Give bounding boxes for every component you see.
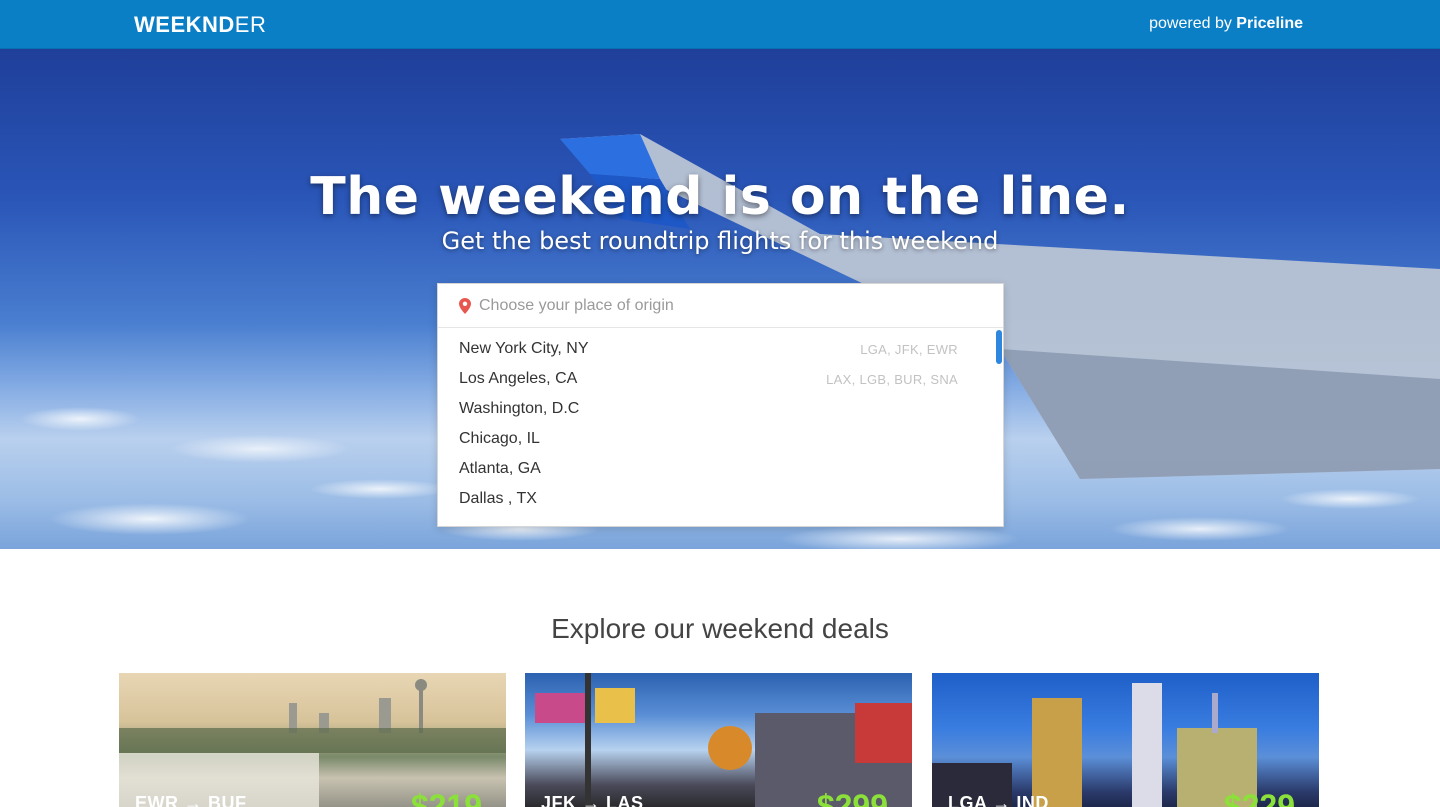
option-new-york[interactable]: New York City, NY LGA, JFK, EWR (438, 335, 1003, 365)
option-city: Atlanta, GA (459, 460, 541, 477)
origin-search-row[interactable] (438, 284, 1003, 328)
deal-price: $299 (816, 788, 888, 807)
deal-card-jfk-las[interactable]: JFK → LAS $299 (525, 673, 912, 807)
deal-route: JFK → LAS (541, 793, 644, 807)
option-city: Chicago, IL (459, 430, 540, 447)
map-pin-icon (459, 298, 471, 314)
option-city: Dallas , TX (459, 490, 537, 507)
hero-title: The weekend is on the line. (310, 167, 1130, 227)
deal-card-ewr-buf[interactable]: EWR → BUF $219 (119, 673, 506, 807)
option-airport-codes: LAX, LGB, BUR, SNA (826, 372, 958, 387)
origin-search-dropdown: New York City, NY LGA, JFK, EWR Los Ange… (437, 283, 1004, 527)
dropdown-scrollbar[interactable] (996, 330, 1002, 364)
option-atlanta[interactable]: Atlanta, GA (438, 455, 1003, 485)
logo-bold-text: WEEKND (134, 12, 235, 37)
option-city: New York City, NY (459, 340, 589, 357)
origin-search-input[interactable] (479, 292, 979, 320)
las-vegas-image (535, 673, 912, 807)
weeknder-logo[interactable]: WEEKNDER (134, 12, 266, 38)
priceline-brand: Priceline (1236, 15, 1303, 32)
deals-section-title: Explore our weekend deals (551, 613, 889, 644)
option-washington[interactable]: Washington, D.C (438, 395, 1003, 425)
deal-card-lga-ind[interactable]: LGA → IND $229 (932, 673, 1319, 807)
origin-options-list: New York City, NY LGA, JFK, EWR Los Ange… (438, 335, 1003, 515)
option-chicago[interactable]: Chicago, IL (438, 425, 1003, 455)
powered-by-priceline[interactable]: powered by Priceline (1149, 15, 1303, 33)
hero-subtitle: Get the best roundtrip flights for this … (441, 227, 999, 255)
deal-price: $219 (410, 788, 482, 807)
deal-route: LGA → IND (948, 793, 1049, 807)
option-city: Washington, D.C (459, 400, 580, 417)
deal-price: $229 (1223, 788, 1295, 807)
logo-light-text: ER (234, 12, 267, 37)
option-dallas[interactable]: Dallas , TX (438, 485, 1003, 515)
option-airport-codes: LGA, JFK, EWR (860, 342, 958, 357)
deal-route: EWR → BUF (135, 793, 247, 807)
option-los-angeles[interactable]: Los Angeles, CA LAX, LGB, BUR, SNA (438, 365, 1003, 395)
top-navigation-bar: WEEKNDER powered by Priceline (0, 0, 1440, 49)
indianapolis-skyline-image (932, 683, 1257, 807)
niagara-falls-image (119, 679, 506, 807)
option-city: Los Angeles, CA (459, 370, 578, 387)
powered-by-prefix: powered by (1149, 15, 1237, 32)
